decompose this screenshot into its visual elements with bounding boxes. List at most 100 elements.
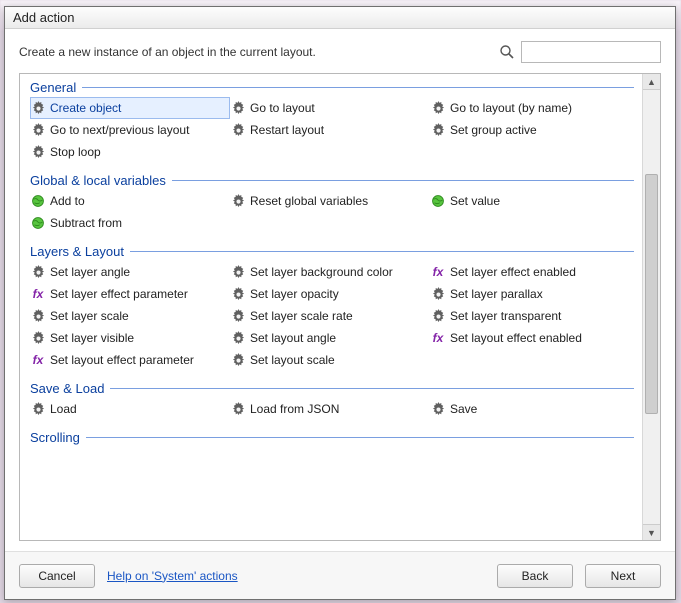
gear-icon: [30, 401, 46, 417]
gear-icon: [30, 264, 46, 280]
action-item[interactable]: Set layer background color: [230, 261, 430, 283]
action-item-label: Set layout effect parameter: [50, 353, 194, 367]
section-title: Global & local variables: [30, 173, 172, 188]
back-button[interactable]: Back: [497, 564, 573, 588]
action-item-label: Go to layout: [250, 101, 315, 115]
action-item-label: Set layer background color: [250, 265, 393, 279]
dialog-title: Add action: [5, 7, 675, 29]
action-item[interactable]: Add to: [30, 190, 230, 212]
add-action-dialog: Add action Create a new instance of an o…: [4, 6, 676, 600]
section-header: Layers & Layout: [30, 244, 634, 259]
scroll-thumb[interactable]: [645, 174, 658, 414]
section-header: Scrolling: [30, 430, 634, 445]
gear-icon: [30, 122, 46, 138]
help-link[interactable]: Help on 'System' actions: [107, 569, 238, 583]
globe-icon: [30, 215, 46, 231]
action-item-label: Set value: [450, 194, 500, 208]
action-item[interactable]: Set layer angle: [30, 261, 230, 283]
action-item[interactable]: Set layer visible: [30, 327, 230, 349]
vertical-scrollbar[interactable]: ▲ ▼: [642, 74, 660, 540]
section-grid: Set layer angle Set layer background colo…: [30, 261, 634, 371]
action-item-label: Stop loop: [50, 145, 101, 159]
action-item[interactable]: Create object: [30, 97, 230, 119]
action-item-label: Set layer effect enabled: [450, 265, 576, 279]
action-item[interactable]: Save: [430, 398, 630, 420]
gear-icon: [430, 401, 446, 417]
gear-icon: [30, 100, 46, 116]
action-item-label: Set layer scale: [50, 309, 129, 323]
next-button[interactable]: Next: [585, 564, 661, 588]
action-item[interactable]: Stop loop: [30, 141, 230, 163]
scroll-up-arrow[interactable]: ▲: [643, 74, 660, 90]
dialog-header: Create a new instance of an object in th…: [5, 29, 675, 73]
action-item[interactable]: fx Set layout effect enabled: [430, 327, 630, 349]
gear-icon: [230, 401, 246, 417]
action-item-label: Set layer scale rate: [250, 309, 353, 323]
section-title: Scrolling: [30, 430, 86, 445]
action-list-container: General Create object Go to layout Go to la…: [19, 73, 661, 541]
action-item[interactable]: Set layer parallax: [430, 283, 630, 305]
action-item[interactable]: Set value: [430, 190, 630, 212]
search-input[interactable]: [521, 41, 661, 63]
action-item-label: Set layout angle: [250, 331, 336, 345]
action-item[interactable]: Set layer scale: [30, 305, 230, 327]
scroll-down-arrow[interactable]: ▼: [643, 524, 660, 540]
action-item-label: Load: [50, 402, 77, 416]
fx-icon: fx: [430, 330, 446, 346]
action-item[interactable]: Go to layout (by name): [430, 97, 630, 119]
cancel-button[interactable]: Cancel: [19, 564, 95, 588]
action-item-label: Set layer effect parameter: [50, 287, 188, 301]
action-item[interactable]: Set layout angle: [230, 327, 430, 349]
action-item[interactable]: Go to layout: [230, 97, 430, 119]
gear-icon: [230, 286, 246, 302]
action-list[interactable]: General Create object Go to layout Go to la…: [20, 74, 642, 540]
section: Layers & LayoutSet layer angleSet layer …: [30, 244, 634, 371]
gear-icon: [430, 100, 446, 116]
action-item[interactable]: Load from JSON: [230, 398, 430, 420]
action-item[interactable]: Restart layout: [230, 119, 430, 141]
action-item-label: Set layer visible: [50, 331, 134, 345]
action-item-label: Go to next/previous layout: [50, 123, 189, 137]
section: Save & Load Load Load from JSON Save: [30, 381, 634, 420]
action-item-label: Load from JSON: [250, 402, 339, 416]
action-item[interactable]: Load: [30, 398, 230, 420]
action-item-label: Set layer transparent: [450, 309, 561, 323]
action-item[interactable]: Reset global variables: [230, 190, 430, 212]
action-item[interactable]: Set group active: [430, 119, 630, 141]
action-item-label: Set layer angle: [50, 265, 130, 279]
section-grid: Create object Go to layout Go to layout (b…: [30, 97, 634, 163]
gear-icon: [230, 100, 246, 116]
action-item[interactable]: Subtract from: [30, 212, 230, 234]
section-divider: [172, 180, 634, 181]
section-divider: [82, 87, 634, 88]
gear-icon: [30, 308, 46, 324]
section-header: Global & local variables: [30, 173, 634, 188]
section-title: General: [30, 80, 82, 95]
action-item-label: Set layout effect enabled: [450, 331, 582, 345]
section: Global & local variables Add to Reset glob…: [30, 173, 634, 234]
dialog-description: Create a new instance of an object in th…: [19, 45, 499, 59]
action-item-label: Set layer opacity: [250, 287, 339, 301]
action-item-label: Set layout scale: [250, 353, 335, 367]
action-item-label: Reset global variables: [250, 194, 368, 208]
globe-icon: [430, 193, 446, 209]
action-item[interactable]: Go to next/previous layout: [30, 119, 230, 141]
section-divider: [130, 251, 634, 252]
action-item-label: Set layer parallax: [450, 287, 543, 301]
section-grid: Add to Reset global variables Set value Sub…: [30, 190, 634, 234]
action-item[interactable]: fx Set layout effect parameter: [30, 349, 230, 371]
gear-icon: [30, 330, 46, 346]
action-item-label: Save: [450, 402, 477, 416]
section-header: Save & Load: [30, 381, 634, 396]
action-item-label: Go to layout (by name): [450, 101, 572, 115]
section: Scrolling: [30, 430, 634, 447]
section: General Create object Go to layout Go to la…: [30, 80, 634, 163]
action-item[interactable]: Set layer scale rate: [230, 305, 430, 327]
action-item[interactable]: Set layer transparent: [430, 305, 630, 327]
action-item[interactable]: fxSet layer effect parameter: [30, 283, 230, 305]
action-item[interactable]: Set layout scale: [230, 349, 430, 371]
action-item[interactable]: Set layer opacity: [230, 283, 430, 305]
action-item[interactable]: fxSet layer effect enabled: [430, 261, 630, 283]
fx-icon: fx: [30, 352, 46, 368]
gear-icon: [430, 286, 446, 302]
